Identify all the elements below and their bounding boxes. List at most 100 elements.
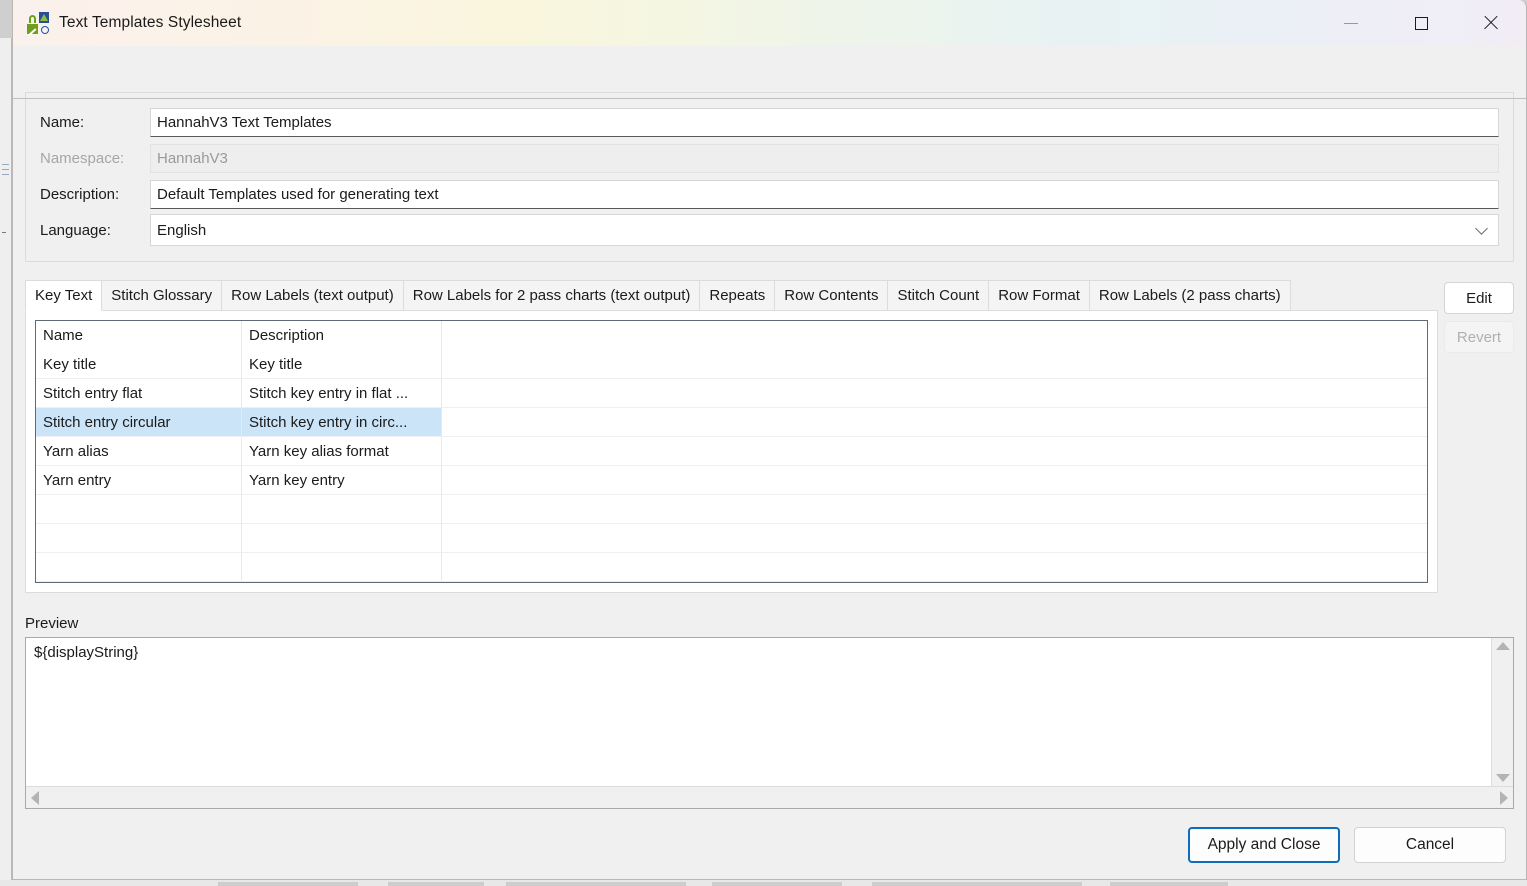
tab-row-labels-2-pass-charts[interactable]: Row Labels (2 pass charts) xyxy=(1089,280,1291,311)
cell-filler xyxy=(442,379,1427,407)
window-body: Name: HannahV3 Text Templates Namespace:… xyxy=(13,46,1526,879)
scroll-left-icon[interactable] xyxy=(31,790,39,805)
minimize-icon xyxy=(1344,22,1358,24)
dialog-window: Text Templates Stylesheet Name: HannahV3… xyxy=(12,0,1527,880)
maximize-button[interactable] xyxy=(1386,0,1456,46)
revert-button: Revert xyxy=(1444,321,1514,353)
cell-name xyxy=(36,495,242,523)
tabs-region: Key Text Stitch Glossary Row Labels (text … xyxy=(25,280,1514,603)
background-window-sliver xyxy=(0,38,12,886)
tab-row-contents[interactable]: Row Contents xyxy=(775,280,889,311)
background-window-bottom-sliver xyxy=(0,880,1527,886)
close-button[interactable] xyxy=(1456,0,1526,46)
column-header-description[interactable]: Description xyxy=(242,321,442,350)
tab-stitch-glossary[interactable]: Stitch Glossary xyxy=(102,280,223,311)
scroll-up-icon[interactable] xyxy=(1495,642,1510,650)
tab-repeats[interactable]: Repeats xyxy=(700,280,776,311)
namespace-label: Namespace: xyxy=(40,149,125,167)
language-select-value: English xyxy=(157,221,207,239)
tab-stitch-count[interactable]: Stitch Count xyxy=(888,280,990,311)
preview-text[interactable]: ${displayString} xyxy=(26,638,1491,786)
name-input[interactable]: HannahV3 Text Templates xyxy=(150,107,1499,137)
apply-and-close-button[interactable]: Apply and Close xyxy=(1188,827,1340,863)
cell-filler xyxy=(442,437,1427,465)
chevron-down-icon xyxy=(1475,222,1488,235)
tab-strip: Key Text Stitch Glossary Row Labels (text … xyxy=(25,280,1438,311)
templates-table[interactable]: Name Description Key title Key title Stitch … xyxy=(35,320,1428,583)
name-label: Name: xyxy=(40,113,85,131)
triangle-icon xyxy=(38,12,49,23)
cell-name: Key title xyxy=(36,350,242,378)
column-header-filler xyxy=(442,321,1427,350)
language-row: Language: English xyxy=(40,212,1499,248)
table-row[interactable]: Yarn alias Yarn key alias format xyxy=(36,437,1427,466)
column-header-name[interactable]: Name xyxy=(36,321,242,350)
preview-section: Preview ${displayString} xyxy=(25,615,1514,809)
description-row: Description: Default Templates used for … xyxy=(40,176,1499,212)
cell-name xyxy=(36,553,242,581)
table-header-row: Name Description xyxy=(36,321,1427,350)
table-row[interactable] xyxy=(36,524,1427,553)
cell-name: Yarn entry xyxy=(36,466,242,494)
tab-key-text[interactable]: Key Text xyxy=(25,280,103,311)
table-row[interactable]: Yarn entry Yarn key entry xyxy=(36,466,1427,495)
language-select[interactable]: English xyxy=(150,214,1499,246)
cell-name xyxy=(36,524,242,552)
preview-main: ${displayString} xyxy=(26,638,1513,786)
cell-name: Stitch entry circular xyxy=(36,408,242,436)
description-input[interactable]: Default Templates used for generating te… xyxy=(150,179,1499,209)
title-bar[interactable]: Text Templates Stylesheet xyxy=(13,0,1526,46)
preview-box[interactable]: ${displayString} xyxy=(25,637,1514,809)
table-row[interactable] xyxy=(36,495,1427,524)
maximize-icon xyxy=(1414,16,1428,30)
cell-description: Yarn key alias format xyxy=(242,437,442,465)
tab-row-format[interactable]: Row Format xyxy=(989,280,1090,311)
cell-description: Yarn key entry xyxy=(242,466,442,494)
window-controls xyxy=(1316,0,1526,46)
language-label: Language: xyxy=(40,221,111,239)
preview-vertical-scrollbar[interactable] xyxy=(1491,638,1513,786)
tab-row-labels-for-2-pass-charts-text-output[interactable]: Row Labels for 2 pass charts (text outpu… xyxy=(403,280,701,311)
name-row: Name: HannahV3 Text Templates xyxy=(40,104,1499,140)
cell-filler xyxy=(442,495,1427,523)
description-label: Description: xyxy=(40,185,120,203)
content-area: Name: HannahV3 Text Templates Namespace:… xyxy=(25,92,1514,809)
table-side-buttons: Edit Revert xyxy=(1444,280,1514,353)
cell-filler xyxy=(442,553,1427,581)
preview-horizontal-scrollbar[interactable] xyxy=(26,786,1513,808)
table-row[interactable]: Stitch entry circular Stitch key entry in… xyxy=(36,408,1427,437)
cell-filler xyxy=(442,350,1427,378)
cell-filler xyxy=(442,466,1427,494)
cancel-button[interactable]: Cancel xyxy=(1354,827,1506,863)
arch-icon xyxy=(27,12,38,23)
tab-panel-wrap: Key Text Stitch Glossary Row Labels (text … xyxy=(25,280,1438,593)
table-row[interactable]: Key title Key title xyxy=(36,350,1427,379)
footer-bar: Apply and Close Cancel xyxy=(13,809,1526,879)
header-divider xyxy=(13,98,1526,99)
window-title: Text Templates Stylesheet xyxy=(59,14,242,31)
cell-description xyxy=(242,495,442,523)
tab-content-panel: Name Description Key title Key title Stitch … xyxy=(25,310,1438,593)
preview-label: Preview xyxy=(25,615,79,632)
cell-name: Yarn alias xyxy=(36,437,242,465)
table-row[interactable]: Stitch entry flat Stitch key entry in fla… xyxy=(36,379,1427,408)
circle-icon xyxy=(38,23,49,34)
scroll-down-icon[interactable] xyxy=(1495,774,1510,782)
cell-filler xyxy=(442,408,1427,436)
cell-description xyxy=(242,553,442,581)
cell-description: Stitch key entry in circ... xyxy=(242,408,442,436)
slash-icon xyxy=(27,23,38,34)
cell-description xyxy=(242,524,442,552)
close-icon xyxy=(1483,15,1499,31)
minimize-button[interactable] xyxy=(1316,0,1386,46)
app-icon xyxy=(27,12,49,34)
edit-button[interactable]: Edit xyxy=(1444,282,1514,314)
cell-description: Stitch key entry in flat ... xyxy=(242,379,442,407)
tab-row-labels-text-output[interactable]: Row Labels (text output) xyxy=(222,280,404,311)
cell-filler xyxy=(442,524,1427,552)
namespace-row: Namespace: HannahV3 xyxy=(40,140,1499,176)
table-row[interactable] xyxy=(36,553,1427,582)
stylesheet-properties-group: Name: HannahV3 Text Templates Namespace:… xyxy=(25,92,1514,262)
scroll-right-icon[interactable] xyxy=(1500,790,1508,805)
namespace-input: HannahV3 xyxy=(150,143,1499,173)
